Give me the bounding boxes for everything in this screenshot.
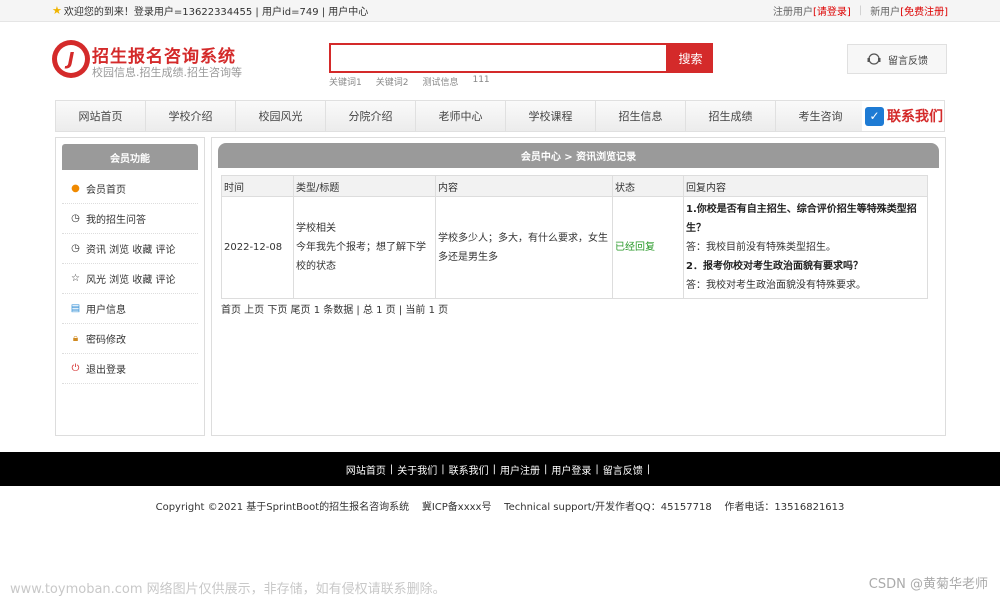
search-input[interactable] xyxy=(329,43,668,73)
keyword-link[interactable]: 测试信息 xyxy=(422,75,458,88)
divider: | xyxy=(544,463,548,475)
sidebar-item-label: 资讯 浏览 收藏 评论 xyxy=(86,245,176,256)
cell-type-title: 学校相关 今年我先个报考；想了解下学校的状态 xyxy=(293,196,436,299)
login-link[interactable]: [请登录] xyxy=(813,3,851,18)
register-link[interactable]: [免费注册] xyxy=(900,3,948,18)
sidebar-item-label: 退出登录 xyxy=(86,365,126,376)
feedback-label: 留言反馈 xyxy=(888,55,928,67)
lock-icon: 🔒︎ xyxy=(72,333,79,344)
nav-teacher-center[interactable]: 老师中心 xyxy=(416,101,506,131)
keyword-link[interactable]: 111 xyxy=(472,75,489,88)
logo[interactable]: J xyxy=(52,40,90,78)
footer-link-about[interactable]: 关于我们 xyxy=(397,462,437,477)
top-bar: ★ 欢迎您的到来！登录用户=13622334455 | 用户id=749 | 用… xyxy=(0,0,1000,22)
table-row: 2022-12-08 学校相关 今年我先个报考；想了解下学校的状态 学校多少人；… xyxy=(221,196,928,299)
search-button[interactable]: 搜索 xyxy=(668,43,713,73)
column-header: 时间 xyxy=(221,175,294,197)
checkmark-icon: ✓ xyxy=(865,106,884,126)
cell-time: 2022-12-08 xyxy=(221,196,294,299)
star-icon: ☆ xyxy=(71,273,80,284)
divider: | xyxy=(858,5,863,16)
headset-icon xyxy=(867,53,881,65)
cell-content: 学校多少人；多大，有什么要求，女生多还是男生多 xyxy=(435,196,613,299)
divider: | xyxy=(595,463,599,475)
watermark-right: CSDN @黄菊华老师 xyxy=(868,577,988,592)
sidebar-item-member-home[interactable]: ● 会员首页 xyxy=(62,174,198,204)
sidebar-item-scenery-history[interactable]: ☆ 风光 浏览 收藏 评论 xyxy=(62,264,198,294)
nav-admission-info[interactable]: 招生信息 xyxy=(596,101,686,131)
nav-courses[interactable]: 学校课程 xyxy=(506,101,596,131)
status-badge: 已经回复 xyxy=(612,196,684,299)
keyword-link[interactable]: 关键词2 xyxy=(376,75,409,88)
footer-link-home[interactable]: 网站首页 xyxy=(346,462,386,477)
footer-link-register[interactable]: 用户注册 xyxy=(500,462,540,477)
new-user-label: 新用户 xyxy=(870,7,901,18)
reply-answer: 答：我校目前没有特殊类型招生。 xyxy=(686,242,836,253)
reply-question: 1.你校是否有自主招生、综合评价招生等特殊类型招生？ xyxy=(686,204,917,234)
power-icon: ⏻ xyxy=(71,363,80,374)
auth-links: 注册用户 [请登录] | 新用户 [免费注册] xyxy=(773,3,948,18)
welcome-area: ★ 欢迎您的到来！登录用户=13622334455 | 用户id=749 | 用… xyxy=(52,3,368,18)
home-icon: ● xyxy=(71,183,80,194)
star-icon: ★ xyxy=(52,4,62,17)
clock-icon: ◷ xyxy=(71,243,80,254)
column-header: 状态 xyxy=(612,175,684,197)
nav-school-intro[interactable]: 学校介绍 xyxy=(146,101,236,131)
nav-home[interactable]: 网站首页 xyxy=(56,101,146,131)
sidebar-title: 会员功能 xyxy=(62,144,198,170)
nav-campus-scenery[interactable]: 校园风光 xyxy=(236,101,326,131)
sidebar-item-label: 我的招生问答 xyxy=(86,215,146,226)
sidebar-item-my-qa[interactable]: ◷ 我的招生问答 xyxy=(62,204,198,234)
divider: | xyxy=(492,463,496,475)
sidebar-item-password[interactable]: 🔒︎ 密码修改 xyxy=(62,324,198,354)
footer-link-feedback[interactable]: 留言反馈 xyxy=(603,462,643,477)
clock-icon: ◷ xyxy=(71,213,80,224)
sidebar-item-user-info[interactable]: ▤ 用户信息 xyxy=(62,294,198,324)
pagination[interactable]: 首页 上页 下页 尾页 1 条数据 | 总 1 页 | 当前 1 页 xyxy=(221,301,448,316)
history-table: 时间 类型/标题 内容 状态 回复内容 2022-12-08 学校相关 今年我先… xyxy=(221,175,928,299)
cell-reply: 1.你校是否有自主招生、综合评价招生等特殊类型招生？ 答：我校目前没有特殊类型招… xyxy=(683,196,928,299)
sidebar: 会员功能 ● 会员首页 ◷ 我的招生问答 ◷ 资讯 浏览 收藏 评论 ☆ 风光 浏览 收… xyxy=(55,137,205,436)
nav-branch-intro[interactable]: 分院介绍 xyxy=(326,101,416,131)
column-header: 回复内容 xyxy=(683,175,928,197)
logo-mark-icon: J xyxy=(57,45,85,73)
feedback-button[interactable]: 留言反馈 xyxy=(847,44,947,74)
contact-label: 联系我们 xyxy=(887,109,943,125)
welcome-text[interactable]: 欢迎您的到来！登录用户=13622334455 | 用户id=749 | 用户中… xyxy=(64,3,368,18)
divider: | xyxy=(441,463,445,475)
keyword-link[interactable]: 关键词1 xyxy=(329,75,362,88)
main-nav: 网站首页 学校介绍 校园风光 分院介绍 老师中心 学校课程 招生信息 招生成绩 … xyxy=(55,100,945,132)
sidebar-item-label: 风光 浏览 收藏 评论 xyxy=(86,275,176,286)
reply-answer: 答：我校对考生政治面貌没有特殊要求。 xyxy=(686,280,866,291)
cell-title[interactable]: 今年我先个报考；想了解下学校的状态 xyxy=(296,238,433,276)
watermark-left: www.toymoban.com 网络图片仅供展示，非存储，如有侵权请联系删除。 xyxy=(10,582,446,597)
divider: | xyxy=(389,463,394,475)
footer-link-contact[interactable]: 联系我们 xyxy=(449,462,489,477)
sidebar-item-news-history[interactable]: ◷ 资讯 浏览 收藏 评论 xyxy=(62,234,198,264)
column-header: 内容 xyxy=(435,175,613,197)
sidebar-item-label: 密码修改 xyxy=(86,335,126,346)
header: J 招生报名咨询系统 校园信息.招生成绩.招生咨询等 搜索 关键词1 关键词2 … xyxy=(0,22,1000,100)
footer-link-login[interactable]: 用户登录 xyxy=(551,462,591,477)
copyright: Copyright ©2021 基于SprintBoot的招生报名咨询系统 冀I… xyxy=(155,502,845,513)
sidebar-item-label: 会员首页 xyxy=(86,185,126,196)
sidebar-item-logout[interactable]: ⏻ 退出登录 xyxy=(62,354,198,384)
hot-keywords: 关键词1 关键词2 测试信息 111 xyxy=(329,75,490,88)
reply-question: 2．报考你校对考生政治面貌有要求吗？ xyxy=(686,261,863,272)
main-panel: 会员中心 > 资讯浏览记录 时间 类型/标题 内容 状态 回复内容 2022-1… xyxy=(211,137,946,436)
nav-admission-scores[interactable]: 招生成绩 xyxy=(686,101,776,131)
page-title: 会员中心 > 资讯浏览记录 xyxy=(218,143,939,168)
nav-consult[interactable]: 考生咨询 xyxy=(776,101,866,131)
document-icon: ▤ xyxy=(70,303,81,314)
contact-us-link[interactable]: ✓ 联系我们 xyxy=(862,101,944,131)
column-header: 类型/标题 xyxy=(293,175,436,197)
cell-type: 学校相关 xyxy=(296,223,336,234)
table-header-row: 时间 类型/标题 内容 状态 回复内容 xyxy=(221,175,928,197)
sidebar-item-label: 用户信息 xyxy=(86,305,126,316)
divider: | xyxy=(646,463,651,475)
site-subtitle: 校园信息.招生成绩.招生咨询等 xyxy=(92,66,242,79)
footer-nav: 网站首页 | 关于我们 | 联系我们 | 用户注册 | 用户登录 | 留言反馈 | xyxy=(0,452,1000,486)
reg-user-label: 注册用户 xyxy=(773,7,813,18)
